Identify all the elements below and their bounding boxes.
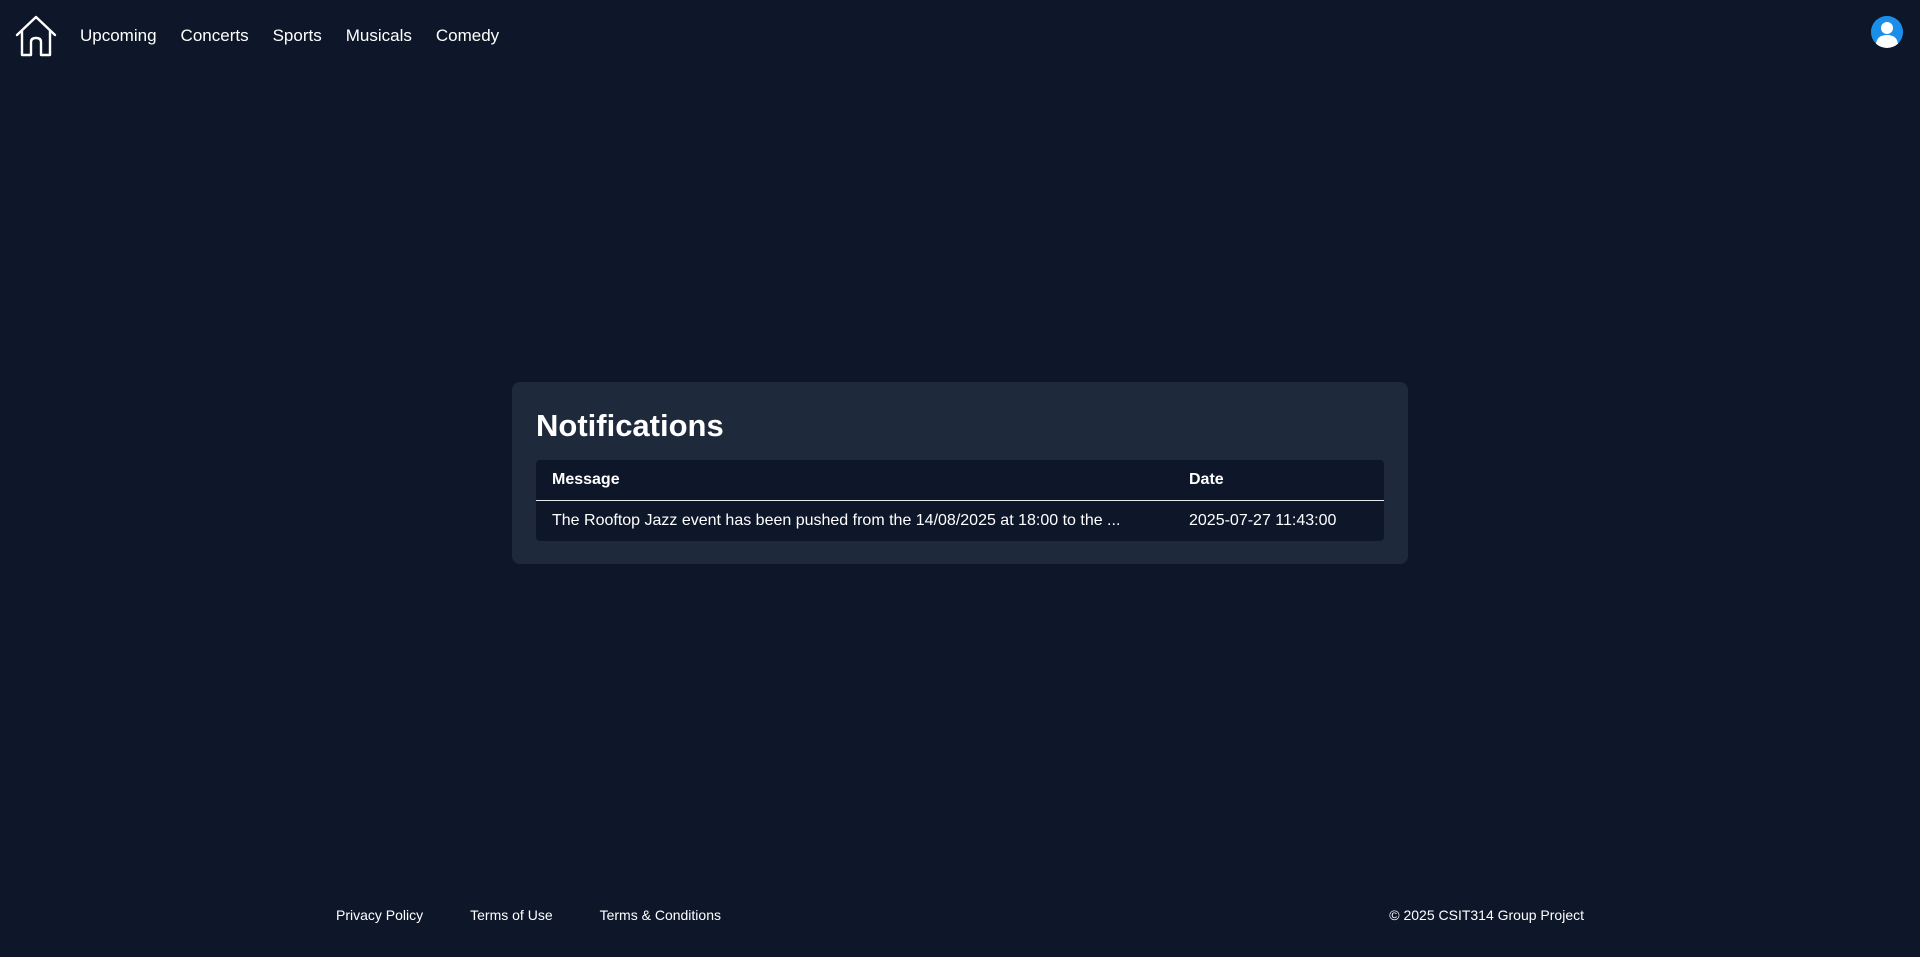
table-row[interactable]: The Rooftop Jazz event has been pushed f… — [536, 501, 1384, 541]
column-header-date: Date — [1189, 471, 1224, 488]
nav-link-musicals[interactable]: Musicals — [346, 24, 412, 48]
notification-message: The Rooftop Jazz event has been pushed f… — [552, 512, 1121, 529]
footer-link-terms-of-use[interactable]: Terms of Use — [470, 906, 552, 924]
footer-links: Privacy Policy Terms of Use Terms & Cond… — [336, 906, 768, 924]
page-title: Notifications — [536, 408, 724, 443]
footer-link-terms-conditions[interactable]: Terms & Conditions — [600, 906, 721, 924]
footer: Privacy Policy Terms of Use Terms & Cond… — [0, 900, 1920, 930]
nav-link-upcoming[interactable]: Upcoming — [80, 24, 157, 48]
notifications-card: Notifications Message Date The Rooftop J… — [512, 382, 1408, 564]
home-icon[interactable] — [14, 14, 58, 58]
top-navbar: Upcoming Concerts Sports Musicals Comedy — [0, 0, 1920, 72]
nav-link-sports[interactable]: Sports — [273, 24, 322, 48]
notifications-table: Message Date The Rooftop Jazz event has … — [536, 460, 1384, 541]
table-header: Message Date — [536, 460, 1384, 501]
footer-link-privacy-policy[interactable]: Privacy Policy — [336, 906, 423, 924]
user-avatar-icon[interactable] — [1871, 16, 1903, 48]
notification-date: 2025-07-27 11:43:00 — [1189, 512, 1337, 529]
column-header-message: Message — [552, 471, 620, 488]
nav-link-comedy[interactable]: Comedy — [436, 24, 499, 48]
nav-links: Upcoming Concerts Sports Musicals Comedy — [80, 24, 523, 48]
footer-copyright: © 2025 CSIT314 Group Project — [1389, 907, 1584, 923]
nav-link-concerts[interactable]: Concerts — [181, 24, 249, 48]
